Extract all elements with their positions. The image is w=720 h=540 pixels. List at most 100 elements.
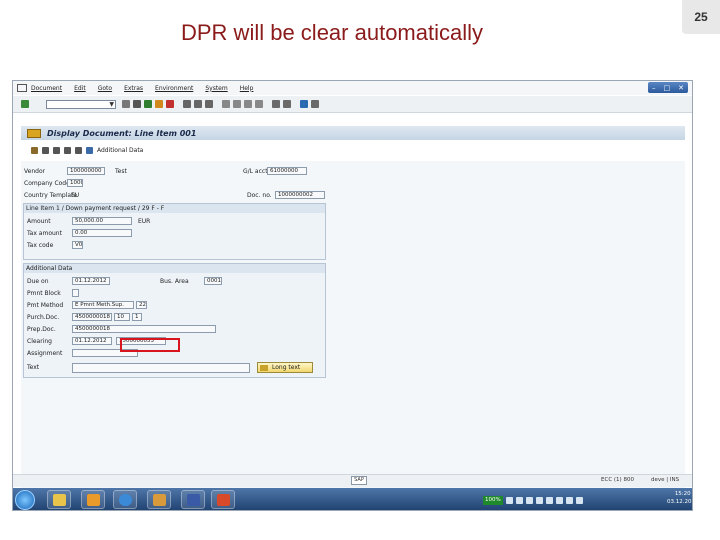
status-client[interactable]: deve | INS — [651, 477, 679, 483]
start-button[interactable] — [15, 490, 35, 510]
additional-data-group: Additional Data Due on 01.12.2012 Bus. A… — [23, 263, 326, 378]
next-page-icon[interactable] — [244, 100, 252, 108]
doc-no-field[interactable]: 1000000002 — [275, 191, 325, 199]
long-text-label: Long text — [272, 364, 301, 371]
taskbar-explorer[interactable] — [47, 490, 71, 509]
volume-icon[interactable] — [575, 496, 583, 504]
currency-label: EUR — [138, 218, 151, 225]
help-icon[interactable] — [300, 100, 308, 108]
long-text-icon — [260, 364, 268, 371]
country-template-label: Country Template — [24, 192, 78, 199]
status-session[interactable]: ECC (1) 800 — [601, 477, 634, 483]
sap-screenshot: Document Edit Goto Extras Environment Sy… — [12, 80, 693, 511]
cancel-icon[interactable] — [166, 100, 174, 108]
back-green-icon[interactable] — [144, 100, 152, 108]
browser-icon — [119, 494, 132, 506]
taskbar-powerpoint[interactable] — [211, 490, 235, 509]
clearing-date-field[interactable]: 01.12.2012 — [72, 337, 112, 345]
prep-doc-field[interactable]: 4500000018 — [72, 325, 216, 333]
menu-system[interactable]: System — [205, 85, 227, 92]
find-icon[interactable] — [194, 100, 202, 108]
find-next-icon[interactable] — [205, 100, 213, 108]
additional-data-icon[interactable] — [86, 146, 93, 154]
slide-title: DPR will be clear automatically — [181, 20, 483, 45]
system-tray: 100% — [483, 491, 583, 509]
prev-page-icon[interactable] — [233, 100, 241, 108]
menu-help[interactable]: Help — [240, 85, 254, 92]
menu-goto[interactable]: Goto — [98, 85, 112, 92]
pmt-method-code[interactable]: 22 — [136, 301, 147, 309]
chevron-down-icon[interactable]: ▼ — [109, 101, 114, 108]
purch-doc-item[interactable]: 10 — [114, 313, 130, 321]
tray-icon-2[interactable] — [515, 496, 523, 504]
back-icon[interactable] — [122, 100, 130, 108]
taskbar-sap[interactable] — [181, 490, 205, 509]
menu-bar: Document Edit Goto Extras Environment Sy… — [13, 81, 692, 95]
menu-environment[interactable]: Environment — [155, 85, 193, 92]
print-icon[interactable] — [183, 100, 191, 108]
shortcut-icon[interactable] — [283, 100, 291, 108]
long-text-button[interactable]: Long text — [257, 362, 313, 373]
text-label: Text — [27, 364, 40, 371]
window-controls[interactable]: – □ ✕ — [648, 82, 688, 93]
menu-icon[interactable] — [17, 84, 27, 92]
gl-acct-label: G/L acct — [243, 168, 268, 175]
layout-icon[interactable] — [311, 100, 319, 108]
amount-field[interactable]: 50,000.00 — [72, 217, 132, 225]
clock[interactable]: 15:20 03.12.2012 — [667, 490, 692, 506]
form-area: Vendor 100000000 Test Company Code 1000 … — [21, 161, 685, 491]
overview-icon[interactable] — [75, 146, 82, 154]
tax-code-field[interactable]: V0 — [72, 241, 83, 249]
tax-amount-field[interactable]: 0.00 — [72, 229, 132, 237]
close-icon[interactable]: ✕ — [678, 84, 684, 92]
windows-taskbar: 100% 15:20 03.12.2012 — [13, 488, 692, 510]
pmt-method-label: Pmt Method — [27, 302, 64, 309]
command-field[interactable]: ▼ — [46, 99, 116, 109]
bus-area-field[interactable]: 0001 — [204, 277, 222, 285]
taskbar-ie[interactable] — [113, 490, 137, 509]
taskbar-outlook[interactable] — [81, 490, 105, 509]
save-icon[interactable] — [133, 100, 141, 108]
menu-extras[interactable]: Extras — [124, 85, 143, 92]
next-item-icon[interactable] — [64, 146, 71, 154]
other-document-icon[interactable] — [42, 146, 49, 154]
tray-icon-6[interactable] — [555, 496, 563, 504]
exit-icon[interactable] — [155, 100, 163, 108]
pmnt-block-field[interactable] — [72, 289, 79, 297]
country-template-value: EU — [71, 192, 80, 199]
pmt-method-field[interactable]: E Pmnt Meth.Sup. — [72, 301, 134, 309]
vendor-name: Test — [115, 168, 127, 175]
company-code-field[interactable]: 1000 — [67, 179, 83, 187]
due-on-field[interactable]: 01.12.2012 — [72, 277, 110, 285]
additional-data-button[interactable]: Additional Data — [97, 147, 143, 154]
display-change-icon[interactable] — [31, 146, 38, 154]
gl-acct-field[interactable]: 61000000 — [267, 167, 307, 175]
taskbar-app[interactable] — [147, 490, 171, 509]
minimize-icon[interactable]: – — [652, 84, 656, 92]
application-toolbar: Additional Data — [21, 144, 685, 156]
last-page-icon[interactable] — [255, 100, 263, 108]
tray-icon-4[interactable] — [535, 496, 543, 504]
menu-edit[interactable]: Edit — [74, 85, 86, 92]
purch-doc-field[interactable]: 4500000018 — [72, 313, 112, 321]
clock-time: 15:20 — [674, 491, 691, 497]
tray-icon-5[interactable] — [545, 496, 553, 504]
previous-item-icon[interactable] — [53, 146, 60, 154]
text-field[interactable] — [72, 363, 250, 373]
document-icon — [27, 128, 41, 138]
purch-doc-extra[interactable]: 1 — [132, 313, 142, 321]
page-number: 25 — [682, 0, 720, 34]
tray-icon-1[interactable] — [505, 496, 513, 504]
maximize-icon[interactable]: □ — [664, 84, 671, 92]
due-on-label: Due on — [27, 278, 49, 285]
purch-doc-label: Purch.Doc. — [27, 314, 60, 321]
tray-icon-3[interactable] — [525, 496, 533, 504]
vendor-field[interactable]: 100000000 — [67, 167, 105, 175]
first-page-icon[interactable] — [222, 100, 230, 108]
battery-indicator[interactable]: 100% — [483, 495, 503, 505]
enter-icon[interactable] — [21, 100, 29, 108]
app-icon — [153, 494, 166, 506]
new-session-icon[interactable] — [272, 100, 280, 108]
menu-document[interactable]: Document — [31, 85, 62, 92]
network-icon[interactable] — [565, 496, 573, 504]
